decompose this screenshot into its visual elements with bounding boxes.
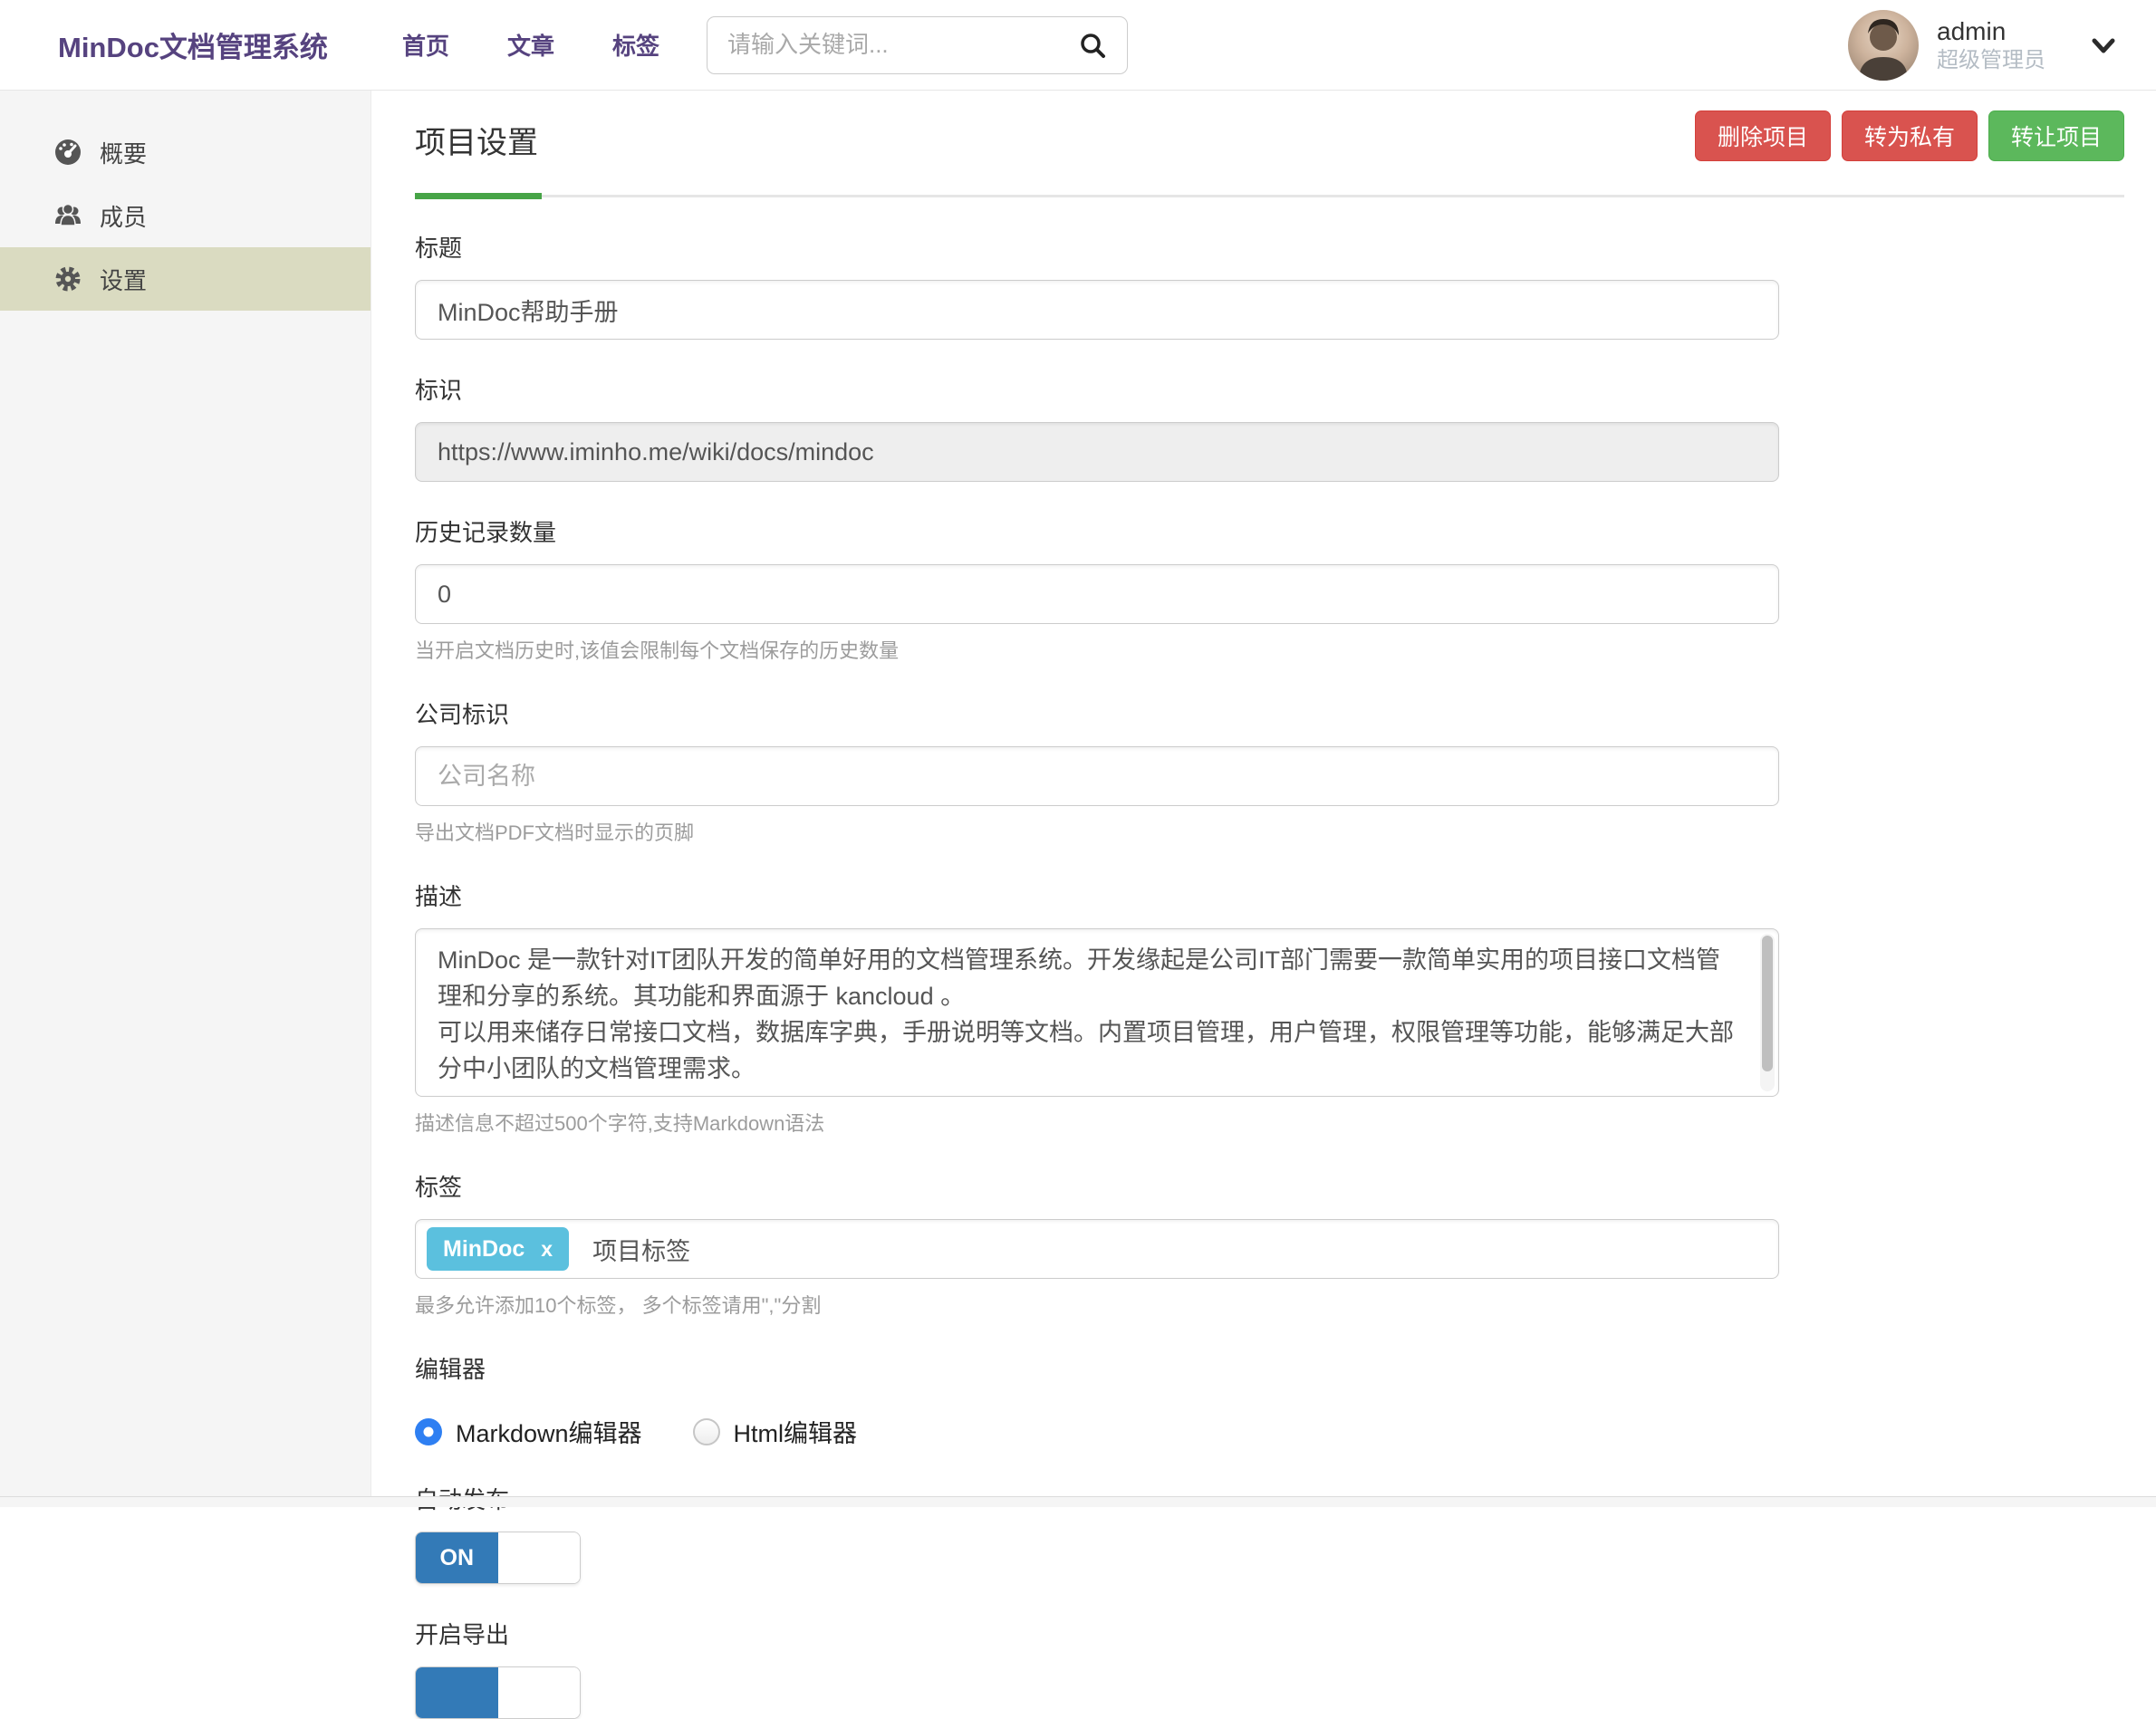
tag-mindoc: MinDoc x bbox=[427, 1227, 569, 1271]
user-name: admin bbox=[1937, 15, 2045, 47]
transfer-project-button[interactable]: 转让项目 bbox=[1988, 110, 2124, 161]
search-input[interactable] bbox=[727, 31, 1078, 59]
sidebar-item-label: 成员 bbox=[100, 199, 147, 233]
identifier-label: 标识 bbox=[415, 372, 1779, 406]
search-box bbox=[707, 16, 1128, 74]
sidebar-item-settings[interactable]: 设置 bbox=[0, 247, 371, 311]
chevron-down-icon[interactable] bbox=[2087, 29, 2120, 62]
user-role: 超级管理员 bbox=[1937, 47, 2045, 74]
tags-help: 最多允许添加10个标签， 多个标签请用","分割 bbox=[415, 1290, 1779, 1319]
delete-project-button[interactable]: 删除项目 bbox=[1695, 110, 1831, 161]
export-toggle[interactable] bbox=[415, 1666, 581, 1719]
tags-label: 标签 bbox=[415, 1169, 1779, 1203]
history-count-label: 历史记录数量 bbox=[415, 514, 1779, 548]
tags-placeholder: 项目标签 bbox=[592, 1232, 690, 1267]
field-description: 描述 MinDoc 是一款针对IT团队开发的简单好用的文档管理系统。开发缘起是公… bbox=[415, 879, 1779, 1137]
history-count-input[interactable] bbox=[415, 564, 1779, 624]
toggle-off-segment[interactable] bbox=[498, 1667, 581, 1718]
nav-link-home[interactable]: 首页 bbox=[402, 28, 449, 62]
radio-unchecked-icon[interactable] bbox=[693, 1418, 720, 1445]
textarea-scrollbar[interactable] bbox=[1760, 934, 1775, 1091]
toggle-on-segment[interactable]: ON bbox=[416, 1532, 498, 1583]
title-input[interactable] bbox=[415, 280, 1779, 340]
page-footer-strip bbox=[0, 1496, 2156, 1507]
radio-checked-icon[interactable] bbox=[415, 1418, 442, 1445]
field-identifier: 标识 bbox=[415, 372, 1779, 482]
description-help: 描述信息不超过500个字符,支持Markdown语法 bbox=[415, 1108, 1779, 1137]
editor-label: 编辑器 bbox=[415, 1351, 1779, 1385]
description-label: 描述 bbox=[415, 879, 1779, 912]
field-export: 开启导出 bbox=[415, 1617, 1779, 1719]
user-menu[interactable]: admin 超级管理员 bbox=[1848, 10, 2120, 81]
sidebar-item-label: 设置 bbox=[100, 263, 147, 296]
nav-link-articles[interactable]: 文章 bbox=[507, 28, 554, 62]
company-help: 导出文档PDF文档时显示的页脚 bbox=[415, 817, 1779, 846]
top-navbar: MinDoc文档管理系统 首页 文章 标签 admin 超级管理员 bbox=[0, 0, 2156, 91]
identifier-input bbox=[415, 422, 1779, 482]
nav-links: 首页 文章 标签 bbox=[402, 28, 659, 62]
tag-remove-icon[interactable]: x bbox=[541, 1237, 553, 1262]
radio-label: Markdown编辑器 bbox=[456, 1414, 642, 1449]
field-title: 标题 bbox=[415, 230, 1779, 340]
toggle-on-segment[interactable] bbox=[416, 1667, 498, 1718]
auto-publish-toggle[interactable]: ON bbox=[415, 1532, 581, 1584]
sidebar-item-members[interactable]: 成员 bbox=[0, 184, 371, 247]
user-text: admin 超级管理员 bbox=[1937, 15, 2045, 74]
company-input[interactable] bbox=[415, 746, 1779, 806]
radio-html-editor[interactable]: Html编辑器 bbox=[693, 1414, 858, 1449]
field-company: 公司标识 导出文档PDF文档时显示的页脚 bbox=[415, 696, 1779, 846]
radio-label: Html编辑器 bbox=[734, 1414, 858, 1449]
title-label: 标题 bbox=[415, 230, 1779, 264]
field-history-count: 历史记录数量 当开启文档历史时,该值会限制每个文档保存的历史数量 bbox=[415, 514, 1779, 664]
toggle-off-segment[interactable] bbox=[498, 1532, 581, 1583]
users-icon bbox=[53, 200, 83, 231]
dashboard-icon bbox=[53, 137, 83, 168]
field-tags: 标签 MinDoc x 项目标签 最多允许添加10个标签， 多个标签请用","分… bbox=[415, 1169, 1779, 1319]
page-header: 项目设置 删除项目 转为私有 转让项目 bbox=[415, 110, 2124, 197]
brand-title[interactable]: MinDoc文档管理系统 bbox=[58, 24, 328, 65]
export-label: 开启导出 bbox=[415, 1617, 1779, 1650]
make-private-button[interactable]: 转为私有 bbox=[1842, 110, 1978, 161]
history-count-help: 当开启文档历史时,该值会限制每个文档保存的历史数量 bbox=[415, 635, 1779, 664]
gear-icon bbox=[53, 264, 83, 294]
sidebar-item-label: 概要 bbox=[100, 136, 147, 169]
radio-markdown-editor[interactable]: Markdown编辑器 bbox=[415, 1414, 642, 1449]
company-label: 公司标识 bbox=[415, 696, 1779, 730]
description-textarea[interactable]: MinDoc 是一款针对IT团队开发的简单好用的文档管理系统。开发缘起是公司IT… bbox=[415, 928, 1779, 1097]
project-actions: 删除项目 转为私有 转让项目 bbox=[1695, 110, 2124, 161]
tag-text: MinDoc bbox=[443, 1236, 525, 1263]
search-icon[interactable] bbox=[1078, 31, 1107, 60]
project-sidebar: 概要 成员 设置 bbox=[0, 91, 371, 1507]
tags-input[interactable]: MinDoc x 项目标签 bbox=[415, 1219, 1779, 1279]
field-editor: 编辑器 Markdown编辑器 Html编辑器 bbox=[415, 1351, 1779, 1449]
avatar[interactable] bbox=[1848, 10, 1919, 81]
main-content: 项目设置 删除项目 转为私有 转让项目 标题 标识 历史记录数量 当开启文档历史… bbox=[371, 91, 2156, 1507]
page-body: 概要 成员 设置 项目设置 删除项 bbox=[0, 91, 2156, 1507]
sidebar-item-overview[interactable]: 概要 bbox=[0, 120, 371, 184]
editor-options: Markdown编辑器 Html编辑器 bbox=[415, 1414, 1779, 1449]
nav-link-tags[interactable]: 标签 bbox=[612, 28, 659, 62]
